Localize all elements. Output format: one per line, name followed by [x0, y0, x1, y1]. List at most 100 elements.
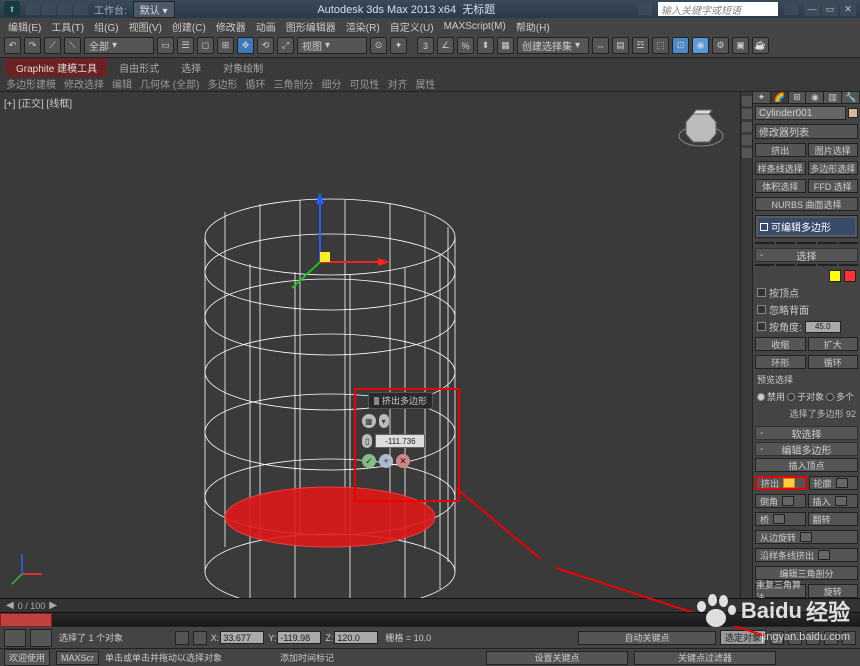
minimize-button[interactable]: —: [804, 2, 820, 16]
radio-subobj[interactable]: [787, 393, 795, 401]
modifier-list-dropdown[interactable]: 修改器列表: [755, 124, 858, 139]
extrude-settings-icon[interactable]: [783, 478, 795, 488]
menu-grapheditors[interactable]: 图形编辑器: [282, 19, 340, 34]
percent-snap-icon[interactable]: %: [457, 37, 474, 54]
caddy-height-spinner[interactable]: -111.736: [375, 434, 425, 448]
sel-color-swatch[interactable]: [844, 270, 856, 282]
trackbar-handle-icon[interactable]: ◀: [6, 600, 14, 611]
btn-flip[interactable]: 翻转: [808, 512, 859, 526]
cp-tab-create[interactable]: ✦: [753, 92, 771, 103]
stack-tool-icon[interactable]: [839, 242, 858, 244]
undo-icon[interactable]: ↶: [4, 37, 21, 54]
stack-tool-icon[interactable]: [818, 242, 837, 244]
subobj-vertex-icon[interactable]: [755, 264, 774, 266]
sel-btn-extrude[interactable]: 挤出: [755, 143, 806, 157]
btn-insert-vertex[interactable]: 插入顶点: [755, 458, 858, 472]
qat-btn[interactable]: [42, 3, 56, 15]
settings-icon[interactable]: [782, 496, 794, 506]
help-search-input[interactable]: 输入关键字或短语: [658, 2, 778, 16]
vp-tool-icon[interactable]: [742, 96, 752, 106]
move-icon[interactable]: ✥: [237, 37, 254, 54]
trackbar-handle-icon[interactable]: ▶: [49, 600, 57, 611]
ribbon-sub-item[interactable]: 几何体 (全部): [140, 76, 199, 91]
btn-grow[interactable]: 扩大: [808, 337, 859, 351]
menu-modifiers[interactable]: 修改器: [212, 19, 250, 34]
nav-orbit-icon[interactable]: [802, 651, 816, 665]
btn-hinge[interactable]: 从边旋转: [755, 530, 858, 544]
sel-color-swatch[interactable]: [829, 270, 841, 282]
object-name-field[interactable]: Cylinder001: [755, 106, 846, 120]
bottom-tab-maxscript[interactable]: MAXScr: [56, 651, 99, 665]
chk-byangle[interactable]: [757, 322, 766, 331]
coord-z-input[interactable]: [334, 631, 378, 644]
angle-snap-icon[interactable]: ∠: [437, 37, 454, 54]
chk-ignoreback[interactable]: [757, 305, 766, 314]
caddy-type-button[interactable]: ▦: [362, 414, 376, 428]
vp-tool-icon[interactable]: [742, 122, 752, 132]
rollout-selection[interactable]: 选择: [755, 248, 858, 262]
unlink-icon[interactable]: ⟍: [64, 37, 81, 54]
menu-views[interactable]: 视图(V): [125, 19, 166, 34]
caddy-apply-button[interactable]: +: [379, 454, 393, 468]
help-btn[interactable]: [784, 3, 798, 15]
object-color-swatch[interactable]: [848, 108, 858, 118]
ribbon-sub-item[interactable]: 循环: [245, 76, 265, 91]
sel-btn-meshsel[interactable]: 图片选择: [808, 143, 859, 157]
lock-sel-icon[interactable]: [262, 652, 274, 664]
stack-item-epoly[interactable]: 可编辑多边形: [758, 218, 855, 235]
qat-btn[interactable]: [74, 3, 88, 15]
vp-tool-icon[interactable]: [742, 148, 752, 158]
ribbon-sub-item[interactable]: 属性: [415, 76, 435, 91]
render-frame-icon[interactable]: ▣: [732, 37, 749, 54]
settings-icon[interactable]: [836, 478, 848, 488]
ribbon-sub-item[interactable]: 修改选择: [64, 76, 104, 91]
ribbon-sub-item[interactable]: 细分: [321, 76, 341, 91]
menu-rendering[interactable]: 渲染(R): [342, 19, 384, 34]
pivot-icon[interactable]: ⊙: [370, 37, 387, 54]
link-icon[interactable]: ⟋: [44, 37, 61, 54]
menu-maxscript[interactable]: MAXScript(M): [440, 21, 510, 32]
ribbon-sub-item[interactable]: 多边形建模: [6, 76, 56, 91]
cp-tab-hierarchy[interactable]: ⊞: [789, 92, 807, 103]
stack-tool-icon[interactable]: [755, 242, 774, 244]
lock-icon[interactable]: [175, 631, 189, 645]
ref-coord-dropdown[interactable]: 视图 ▾: [297, 37, 367, 54]
angle-spinner[interactable]: 45.0: [805, 321, 841, 333]
coord-mode-icon[interactable]: [193, 631, 207, 645]
stack-tool-icon[interactable]: [797, 242, 816, 244]
btn-ring[interactable]: 环形: [755, 355, 806, 369]
scale-icon[interactable]: ⤢: [277, 37, 294, 54]
menu-help[interactable]: 帮助(H): [512, 19, 554, 34]
restore-button[interactable]: ▭: [822, 2, 838, 16]
ribbon-tab-graphite[interactable]: Graphite 建模工具: [6, 58, 107, 77]
chk-byvertex[interactable]: [757, 288, 766, 297]
nav-pan-icon[interactable]: [782, 651, 796, 665]
coord-x-input[interactable]: [220, 631, 264, 644]
manip-icon[interactable]: ✦: [390, 37, 407, 54]
workspace-dropdown[interactable]: 默认 ▾: [133, 1, 175, 18]
layers-icon[interactable]: ☲: [632, 37, 649, 54]
menu-create[interactable]: 创建(C): [168, 19, 210, 34]
select-name-icon[interactable]: ☰: [177, 37, 194, 54]
timetag-label[interactable]: 添加时间标记: [280, 651, 334, 664]
btn-loop[interactable]: 循环: [808, 355, 859, 369]
menu-customize[interactable]: 自定义(U): [386, 19, 438, 34]
vp-tool-icon[interactable]: [742, 109, 752, 119]
named-sel-icon[interactable]: ▦: [497, 37, 514, 54]
btn-inset[interactable]: 插入: [808, 494, 859, 508]
viewport[interactable]: [+] [正交] [线框]: [0, 92, 740, 598]
rect-select-icon[interactable]: ◻: [197, 37, 214, 54]
spinner-snap-icon[interactable]: ⬍: [477, 37, 494, 54]
select-icon[interactable]: ▭: [157, 37, 174, 54]
subobj-polygon-icon[interactable]: [818, 264, 837, 266]
nav-zoom-icon[interactable]: [822, 651, 836, 665]
qat-btn[interactable]: [58, 3, 72, 15]
subobj-border-icon[interactable]: [797, 264, 816, 266]
radio-multi[interactable]: [826, 393, 834, 401]
ribbon-sub-item[interactable]: 编辑: [112, 76, 132, 91]
menu-tools[interactable]: 工具(T): [47, 19, 88, 34]
vp-tool-icon[interactable]: [742, 135, 752, 145]
sel-btn-volsel[interactable]: 体积选择: [755, 179, 806, 193]
settings-icon[interactable]: [818, 550, 830, 560]
btn-extrude-spline[interactable]: 沿样条线挤出: [755, 548, 858, 562]
